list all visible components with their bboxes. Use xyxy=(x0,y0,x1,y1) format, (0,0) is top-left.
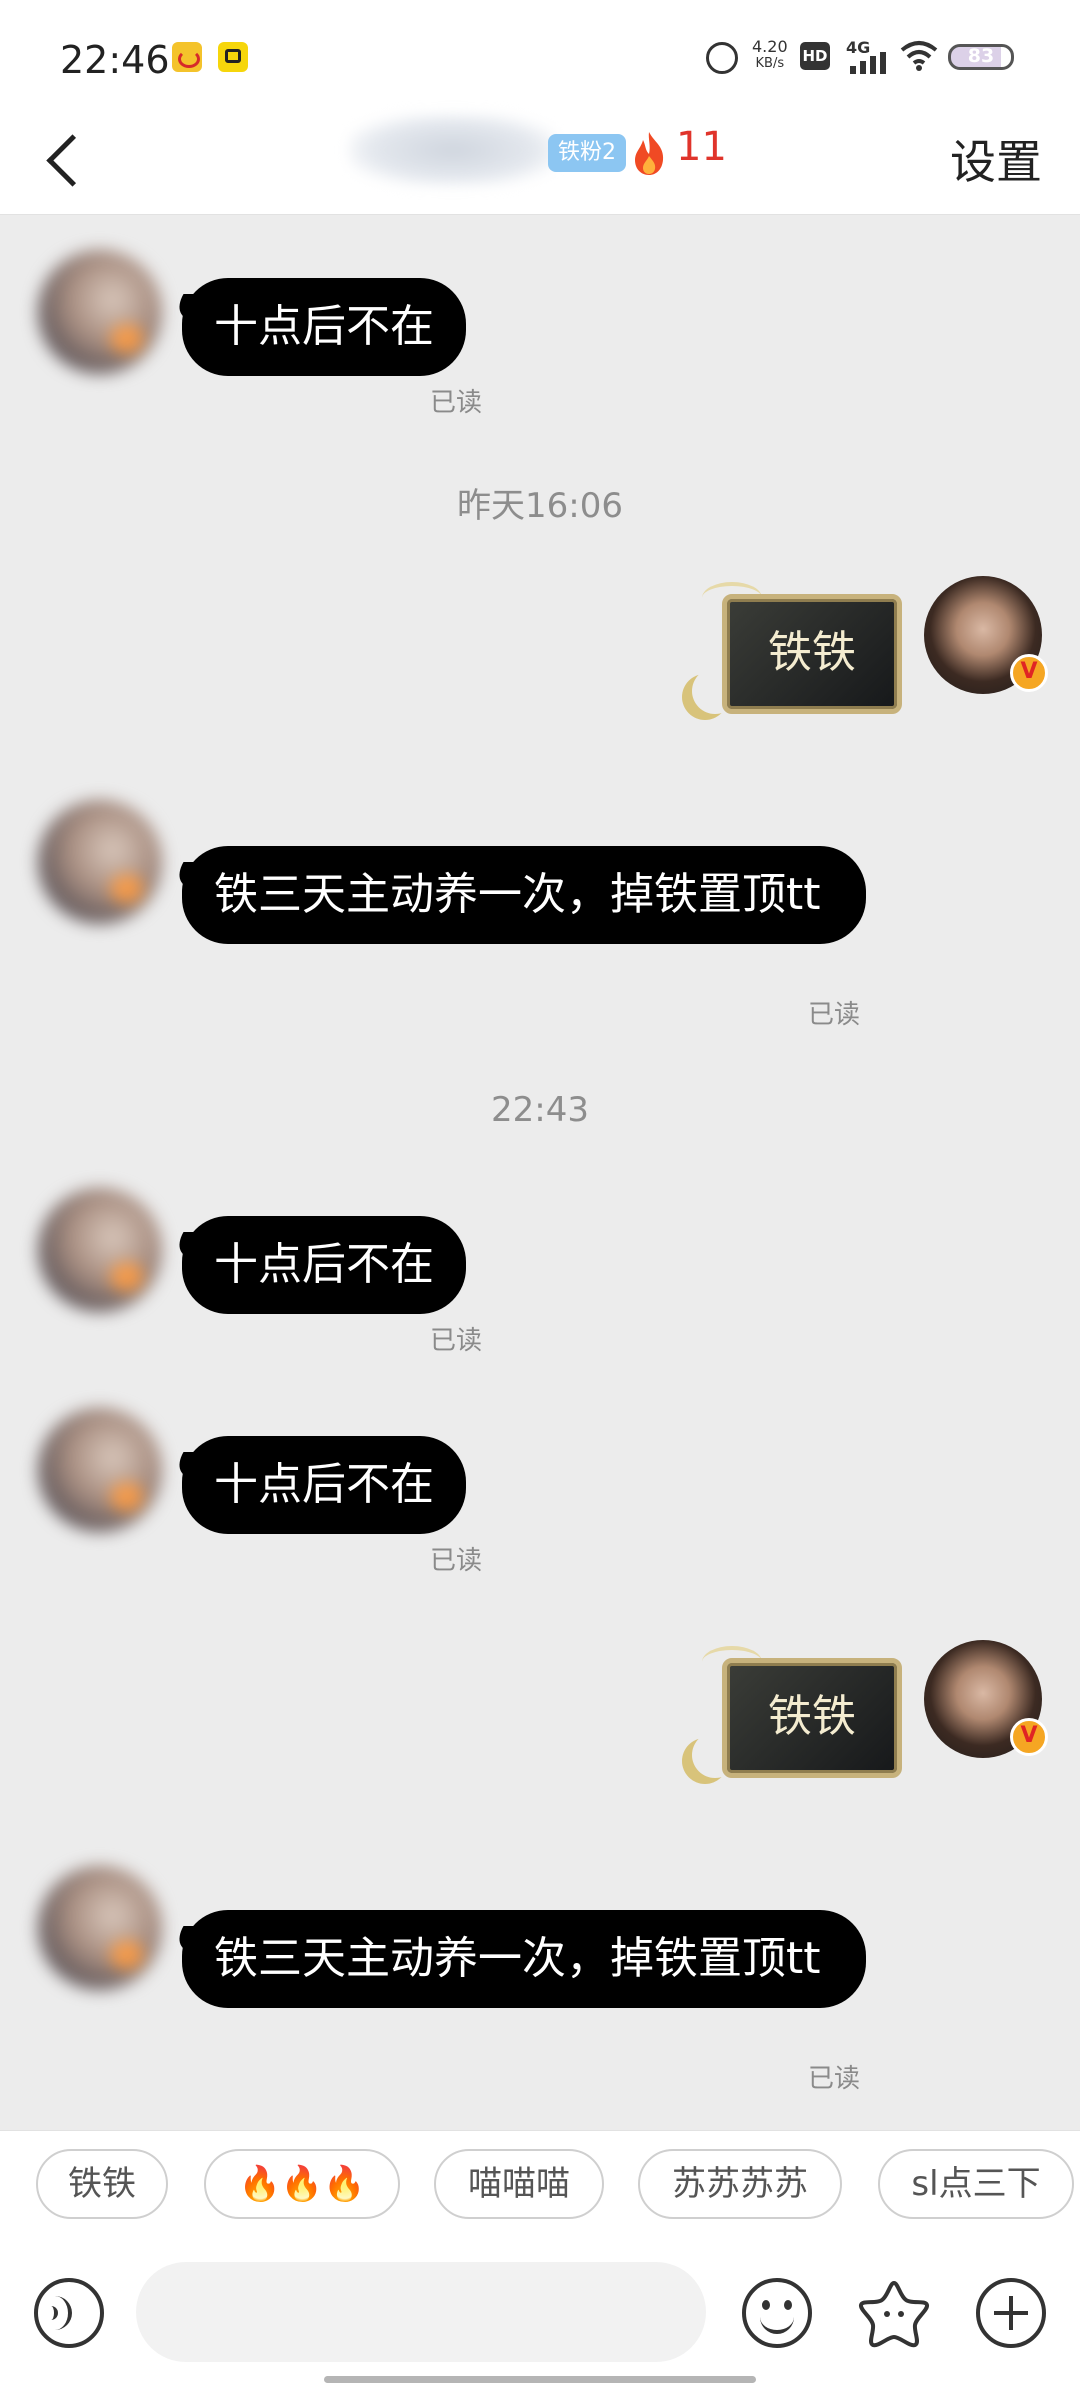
quick-reply-chip[interactable]: 🔥🔥🔥 xyxy=(204,2149,400,2219)
sticker-text: 铁铁 xyxy=(768,1691,856,1742)
emoji-icon[interactable] xyxy=(742,2278,812,2348)
alarm-icon xyxy=(706,42,738,74)
contact-avatar[interactable] xyxy=(38,1408,162,1532)
message-bubble[interactable]: 铁三天主动养一次，掉铁置顶tt xyxy=(182,846,866,944)
contact-avatar[interactable] xyxy=(38,800,162,924)
fan-level-badge[interactable]: 铁粉2 xyxy=(548,134,626,172)
chat-header: 铁粉2 11 设置 xyxy=(0,110,1080,215)
back-button[interactable] xyxy=(40,132,80,192)
hd-icon: HD xyxy=(800,42,830,70)
read-status: 已读 xyxy=(808,1000,861,1030)
battery-icon: 83 xyxy=(948,44,1014,70)
network-speed-unit: KB/s xyxy=(755,56,785,71)
contact-avatar[interactable] xyxy=(38,1188,162,1312)
status-time: 22:46 xyxy=(60,38,170,82)
wifi-icon xyxy=(900,41,938,71)
quick-reply-chip[interactable]: sl点三下 xyxy=(878,2149,1074,2219)
quick-reply-bar: 铁铁 🔥🔥🔥 喵喵喵 苏苏苏苏 sl点三下 xyxy=(0,2130,1080,2241)
read-status: 已读 xyxy=(430,1546,483,1576)
battery-level: 83 xyxy=(967,45,995,67)
sticker-message[interactable]: 铁铁 xyxy=(692,582,902,716)
message-bubble[interactable]: 铁三天主动养一次，掉铁置顶tt xyxy=(182,1910,866,2008)
my-avatar[interactable] xyxy=(924,1640,1048,1758)
message-bubble[interactable]: 十点后不在 xyxy=(182,1436,466,1534)
timestamp: 昨天16:06 xyxy=(457,486,623,526)
fire-streak-count: 11 xyxy=(676,124,727,170)
plus-icon[interactable] xyxy=(976,2278,1046,2348)
home-indicator[interactable] xyxy=(324,2376,756,2383)
quick-reply-chip[interactable]: 苏苏苏苏 xyxy=(638,2149,842,2219)
quick-reply-chip[interactable]: 喵喵喵 xyxy=(434,2149,604,2219)
settings-button[interactable]: 设置 xyxy=(950,126,1042,192)
my-avatar[interactable] xyxy=(924,576,1048,694)
read-status: 已读 xyxy=(430,388,483,418)
verified-badge-icon xyxy=(1010,654,1048,692)
network-speed: 4.20 KB/s xyxy=(752,38,788,72)
message-bubble[interactable]: 十点后不在 xyxy=(182,1216,466,1314)
sticker-message[interactable]: 铁铁 xyxy=(692,1646,902,1780)
network-speed-value: 4.20 xyxy=(752,37,788,56)
message-bubble[interactable]: 十点后不在 xyxy=(182,278,466,376)
voice-icon[interactable] xyxy=(34,2278,104,2348)
signal-icon: 4G xyxy=(846,38,890,74)
network-type: 4G xyxy=(846,38,871,57)
read-status: 已读 xyxy=(808,2064,861,2094)
flame-icon xyxy=(635,132,664,175)
star-sticker-icon[interactable] xyxy=(858,2278,930,2348)
contact-avatar[interactable] xyxy=(38,1866,162,1990)
status-bar: 22:46 4.20 KB/s HD 4G 83 xyxy=(0,0,1080,110)
contact-name-redacted[interactable] xyxy=(348,114,558,186)
weibo-notification-icon xyxy=(172,42,202,72)
read-status: 已读 xyxy=(430,1326,483,1356)
quick-reply-chip[interactable]: 铁铁 xyxy=(36,2149,168,2219)
verified-badge-icon xyxy=(1010,1718,1048,1756)
message-input[interactable] xyxy=(136,2262,706,2362)
message-input-bar xyxy=(0,2240,1080,2388)
timestamp: 22:43 xyxy=(491,1090,589,1130)
video-notification-icon xyxy=(218,42,248,72)
contact-avatar[interactable] xyxy=(38,250,162,374)
sticker-text: 铁铁 xyxy=(768,627,856,678)
